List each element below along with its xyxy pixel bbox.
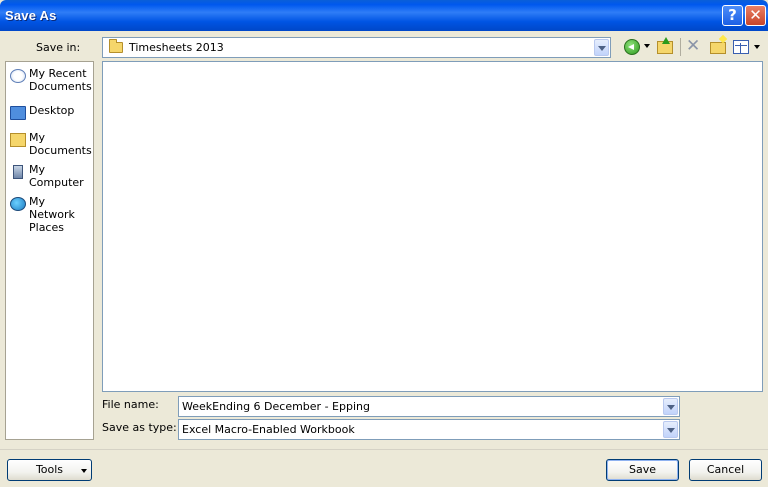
place-my-documents[interactable]: My Documents	[9, 131, 93, 159]
close-button[interactable]: ✕	[745, 5, 766, 26]
title-bar[interactable]: Save As ? ✕	[0, 0, 768, 31]
views-icon[interactable]	[733, 40, 749, 54]
save-in-value: Timesheets 2013	[129, 41, 224, 54]
save-as-type-dropdown[interactable]: Excel Macro-Enabled Workbook	[178, 419, 680, 440]
file-name-input[interactable]: WeekEnding 6 December - Epping	[178, 396, 680, 417]
place-my-recent-documents[interactable]: My Recent Documents	[9, 67, 93, 95]
file-name-label: File name:	[102, 398, 159, 411]
tools-button-label: Tools	[35, 463, 64, 476]
window-title: Save As	[5, 8, 57, 23]
save-in-dropdown[interactable]: Timesheets 2013	[102, 37, 611, 58]
desktop-icon	[10, 106, 26, 120]
place-desktop[interactable]: Desktop	[9, 104, 93, 120]
toolbar-separator	[680, 38, 681, 56]
chevron-down-icon[interactable]	[663, 398, 678, 415]
save-button[interactable]: Save	[606, 459, 679, 481]
chevron-down-icon	[81, 469, 87, 473]
chevron-down-icon[interactable]	[663, 421, 678, 438]
place-label: My Recent Documents	[29, 67, 92, 93]
place-my-network-places[interactable]: My Network Places	[9, 195, 93, 234]
recent-documents-icon	[10, 69, 26, 83]
file-list[interactable]	[102, 61, 763, 392]
place-label: My Documents	[29, 131, 92, 157]
divider	[0, 449, 768, 450]
back-icon[interactable]	[624, 39, 640, 55]
save-as-type-value: Excel Macro-Enabled Workbook	[182, 423, 355, 436]
cancel-button[interactable]: Cancel	[689, 459, 762, 481]
folder-icon	[109, 39, 123, 53]
my-documents-icon	[10, 133, 26, 147]
up-one-level-icon[interactable]	[657, 37, 673, 54]
my-network-places-icon	[10, 197, 26, 211]
place-label: My Network Places	[29, 195, 75, 234]
place-label: My Computer	[29, 163, 84, 189]
delete-icon[interactable]: ✕	[686, 37, 702, 55]
cancel-button-label: Cancel	[706, 463, 745, 476]
tools-button[interactable]: Tools	[7, 459, 92, 481]
save-button-label: Save	[628, 463, 656, 476]
back-history-dropdown-icon[interactable]	[644, 44, 650, 48]
my-computer-icon	[13, 165, 23, 179]
place-my-computer[interactable]: My Computer	[9, 163, 93, 191]
help-icon: ?	[728, 6, 737, 24]
save-as-type-label: Save as type:	[102, 421, 177, 434]
places-bar: My Recent Documents Desktop My Documents M…	[5, 61, 94, 440]
help-button[interactable]: ?	[722, 5, 743, 26]
chevron-down-icon[interactable]	[594, 39, 609, 56]
create-new-folder-icon[interactable]	[710, 42, 726, 54]
save-in-label: Save in:	[36, 41, 81, 54]
file-name-value: WeekEnding 6 December - Epping	[182, 400, 370, 413]
close-icon: ✕	[749, 6, 762, 24]
views-dropdown-icon[interactable]	[754, 45, 760, 49]
place-label: Desktop	[29, 104, 75, 117]
